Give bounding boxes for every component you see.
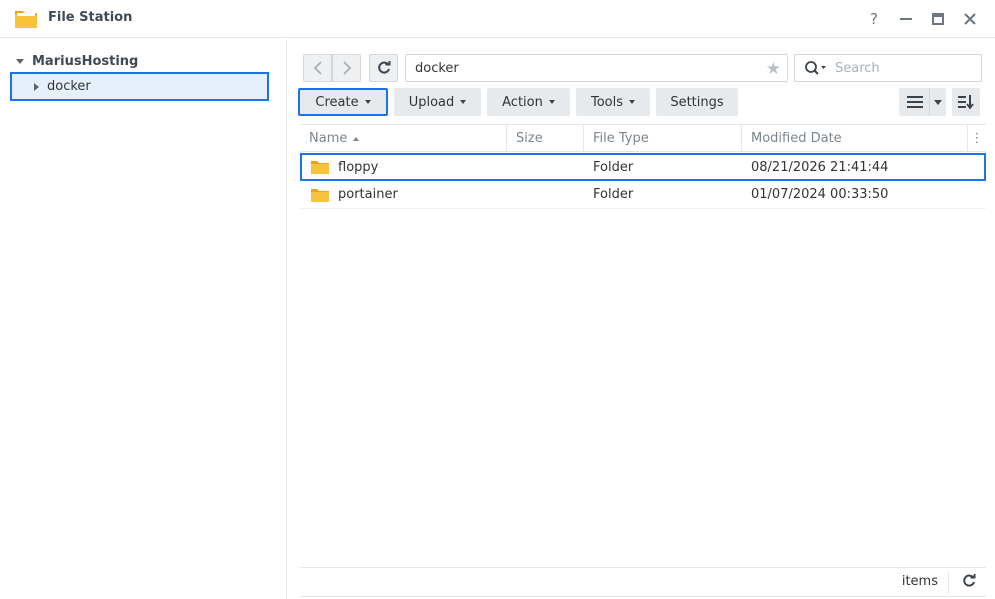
refresh-button[interactable] <box>369 54 398 82</box>
minimize-icon <box>900 18 912 20</box>
create-button[interactable]: Create <box>298 88 388 116</box>
modified-cell: 01/07/2024 00:33:50 <box>751 187 889 202</box>
sort-button[interactable] <box>952 88 980 116</box>
upload-label: Upload <box>408 94 455 110</box>
path-bar[interactable]: docker ★ <box>405 54 788 82</box>
chevron-left-icon <box>313 61 322 75</box>
divider <box>948 572 949 594</box>
tools-button[interactable]: Tools <box>576 88 650 116</box>
divider <box>929 88 930 116</box>
help-button[interactable]: ? <box>863 8 885 30</box>
column-file-type[interactable]: File Type <box>584 125 742 152</box>
view-mode-button[interactable] <box>899 88 946 116</box>
list-view-icon <box>907 96 923 108</box>
sidebar: MariusHosting docker <box>0 39 287 599</box>
folder-icon <box>311 161 329 174</box>
column-modified-date[interactable]: Modified Date <box>742 125 968 152</box>
caret-down-icon[interactable] <box>16 58 24 64</box>
dropdown-arrow-icon <box>364 100 371 104</box>
settings-button[interactable]: Settings <box>656 88 738 116</box>
search-box[interactable] <box>794 54 982 82</box>
settings-label: Settings <box>670 94 724 110</box>
name-cell: portainer <box>311 181 398 208</box>
back-button[interactable] <box>303 54 332 82</box>
type-cell: Folder <box>593 159 634 175</box>
name-cell: floppy <box>311 155 378 179</box>
action-button[interactable]: Action <box>487 88 570 116</box>
status-bar: items <box>300 567 986 597</box>
tools-label: Tools <box>590 94 624 110</box>
close-button[interactable] <box>959 8 981 30</box>
tree-root[interactable]: MariusHosting <box>16 52 138 70</box>
sort-icon <box>958 95 974 109</box>
table-row[interactable]: portainer Folder 01/07/2024 00:33:50 <box>300 181 986 209</box>
table-row[interactable]: floppy Folder 08/21/2026 21:41:44 <box>300 153 986 181</box>
title-bar: File Station ? <box>0 0 995 38</box>
folder-icon <box>311 188 329 202</box>
main-panel: docker ★ Create Upload Action Tools Sett… <box>288 39 995 599</box>
maximize-button[interactable] <box>927 8 949 30</box>
dropdown-arrow-icon <box>548 100 555 104</box>
dropdown-arrow-icon <box>629 100 636 104</box>
upload-button[interactable]: Upload <box>394 88 481 116</box>
tree-root-label: MariusHosting <box>32 53 139 69</box>
dropdown-arrow-icon <box>460 100 467 104</box>
column-size[interactable]: Size <box>507 125 584 152</box>
caret-right-icon[interactable] <box>34 82 39 91</box>
sidebar-item-label: docker <box>47 79 91 94</box>
create-label: Create <box>315 94 359 110</box>
refresh-icon[interactable] <box>962 574 976 588</box>
sort-asc-icon <box>353 136 360 141</box>
action-label: Action <box>502 94 543 110</box>
dropdown-arrow-icon <box>934 99 942 105</box>
modified-cell: 08/21/2026 21:41:44 <box>751 159 889 175</box>
sidebar-item-docker[interactable]: docker <box>10 72 269 101</box>
column-name[interactable]: Name <box>300 125 507 152</box>
file-station-icon <box>15 11 37 28</box>
refresh-icon <box>377 61 390 74</box>
chevron-right-icon <box>342 61 351 75</box>
search-input[interactable] <box>835 60 975 76</box>
type-cell: Folder <box>593 187 634 202</box>
maximize-icon <box>932 13 944 25</box>
items-count: items <box>901 574 938 589</box>
column-menu-icon[interactable]: ⋮ <box>968 125 986 152</box>
star-icon[interactable]: ★ <box>766 59 781 79</box>
minimize-button[interactable] <box>895 8 917 30</box>
table-header: Name Size File Type Modified Date ⋮ <box>300 124 986 152</box>
forward-button[interactable] <box>332 54 361 82</box>
close-icon <box>964 13 976 25</box>
search-icon <box>805 61 826 75</box>
path-text: docker <box>415 60 459 76</box>
help-icon: ? <box>870 10 878 28</box>
window-title: File Station <box>48 10 133 25</box>
